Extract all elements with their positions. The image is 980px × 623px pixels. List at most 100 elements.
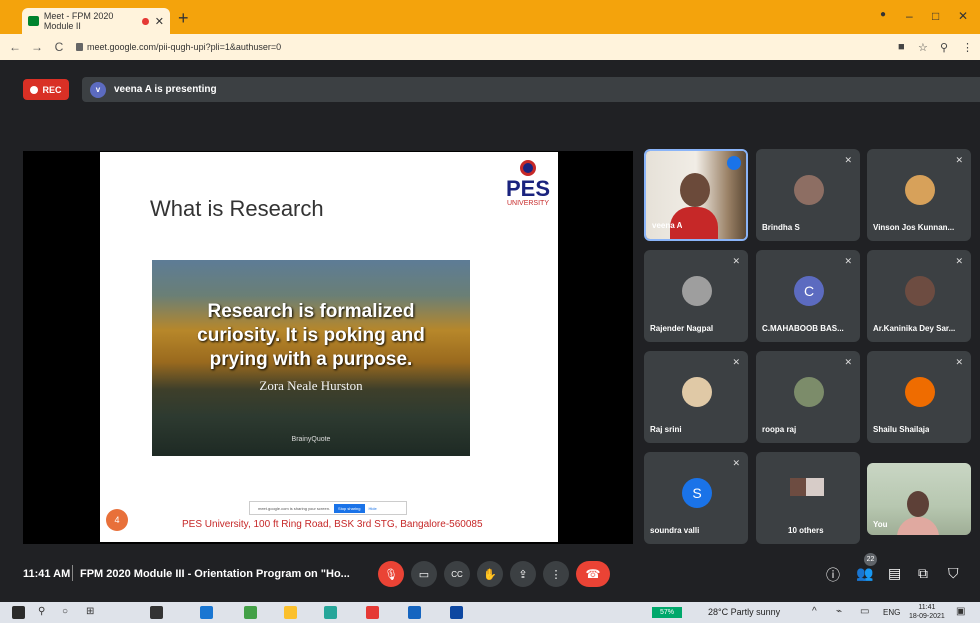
camera-button[interactable]: ▭: [411, 561, 437, 587]
meeting-time: 11:41 AM: [23, 568, 71, 580]
slide-number: 4: [106, 509, 128, 531]
photos-icon[interactable]: [450, 606, 463, 619]
participant-tile[interactable]: veena A: [644, 149, 748, 241]
captions-button[interactable]: CC: [444, 561, 470, 587]
self-tile[interactable]: You: [867, 463, 971, 535]
participant-tile[interactable]: ✕ Shailu Shailaja: [867, 351, 971, 443]
avatar: [905, 377, 935, 407]
system-clock[interactable]: 11:41 18-09-2021: [909, 603, 945, 621]
presenting-text: veena A is presenting: [114, 84, 217, 95]
quote-image: Research is formalized curiosity. It is …: [152, 260, 470, 456]
host-controls-button[interactable]: ⛉: [948, 565, 959, 582]
maximize-button[interactable]: □: [932, 9, 939, 23]
weather-widget[interactable]: 28°C Partly sunny: [708, 607, 780, 617]
more-options-button[interactable]: ⋮: [543, 561, 569, 587]
notification-icon[interactable]: ▣: [956, 606, 965, 617]
language-indicator[interactable]: ENG: [883, 608, 900, 617]
tab-close-icon[interactable]: ✕: [155, 15, 164, 28]
cortana-icon[interactable]: ○: [62, 606, 68, 617]
quote-text: Research is formalized curiosity. It is …: [152, 300, 470, 372]
participant-tile[interactable]: ✕ Rajender Nagpal: [644, 250, 748, 342]
url-text: meet.google.com/pii-qugh-upi?pli=1&authu…: [87, 42, 282, 52]
bookmark-star-icon[interactable]: ☆: [918, 41, 928, 54]
speaking-indicator-icon: [727, 156, 741, 170]
battery-indicator[interactable]: 57%: [652, 607, 682, 618]
hide-link[interactable]: Hide: [369, 506, 377, 511]
screen-share-notice: meet.google.com is sharing your screen. …: [249, 501, 407, 515]
meeting-control-bar: 11:41 AM FPM 2020 Module III - Orientati…: [0, 545, 980, 602]
url-field[interactable]: meet.google.com/pii-qugh-upi?pli=1&authu…: [76, 42, 281, 52]
new-tab-button[interactable]: +: [178, 9, 189, 27]
chrome-icon[interactable]: [244, 606, 257, 619]
keyboard-icon[interactable]: ▭: [860, 606, 869, 617]
mic-off-icon: ✕: [955, 155, 963, 165]
participant-tile[interactable]: S ✕ soundra valli: [644, 452, 748, 544]
avatar: [806, 478, 824, 496]
participant-tile[interactable]: ✕ Vinson Jos Kunnan...: [867, 149, 971, 241]
participant-name: Brindha S: [762, 223, 800, 232]
address-bar-row: ← → C meet.google.com/pii-qugh-upi?pli=1…: [0, 34, 980, 60]
mic-off-icon: ✕: [844, 155, 852, 165]
browser-tab[interactable]: Meet - FPM 2020 Module II ✕: [22, 8, 170, 34]
mail-icon[interactable]: [200, 606, 213, 619]
mic-off-icon: ✕: [955, 256, 963, 266]
participant-face: [680, 173, 710, 207]
participant-tile[interactable]: C ✕ C.MAHABOOB BAS...: [756, 250, 860, 342]
minimize-button[interactable]: –: [906, 9, 913, 23]
participant-name: Ar.Kaninika Dey Sar...: [873, 324, 956, 333]
pes-logo: PES UNIVERSITY: [502, 160, 554, 220]
people-button[interactable]: 👥: [856, 565, 873, 582]
participant-tile[interactable]: ✕ Raj srini: [644, 351, 748, 443]
mic-off-icon: ✕: [844, 256, 852, 266]
participant-face: [907, 491, 929, 517]
edge-icon[interactable]: [324, 606, 337, 619]
avatar: [682, 377, 712, 407]
reload-icon[interactable]: C: [52, 40, 66, 54]
avatar: S: [682, 478, 712, 508]
activities-button[interactable]: ⧉: [918, 565, 928, 582]
word-icon[interactable]: [408, 606, 421, 619]
rec-label: REC: [42, 84, 62, 95]
search-icon[interactable]: ⚲: [38, 606, 45, 617]
tray-chevron-icon[interactable]: ^: [812, 606, 817, 617]
recording-badge[interactable]: REC: [23, 79, 69, 100]
lock-icon: [76, 43, 83, 51]
others-tile[interactable]: 10 others: [756, 452, 860, 544]
chat-button[interactable]: ▤: [888, 565, 901, 582]
quote-brand: BrainyQuote: [291, 436, 331, 443]
profile-icon[interactable]: ⚲: [940, 41, 948, 54]
present-button[interactable]: ⇪: [510, 561, 536, 587]
participant-tile[interactable]: ✕ Ar.Kaninika Dey Sar...: [867, 250, 971, 342]
participant-body: [897, 517, 939, 535]
presenter-avatar: v: [90, 81, 106, 98]
meeting-details-button[interactable]: ⓘ: [826, 565, 840, 585]
mic-off-icon: ✕: [955, 357, 963, 367]
stop-sharing-button[interactable]: Stop sharing: [334, 503, 365, 513]
presentation-stage: What is Research PES UNIVERSITY Research…: [23, 151, 633, 544]
profile-dot-icon[interactable]: ●: [880, 9, 886, 20]
avatar: [794, 377, 824, 407]
avatar: [794, 175, 824, 205]
mic-off-button[interactable]: 🎙: [378, 561, 404, 587]
forward-arrow-icon[interactable]: →: [30, 40, 44, 54]
close-window-button[interactable]: ✕: [958, 9, 968, 23]
recording-dot-icon: [142, 17, 149, 25]
raise-hand-button[interactable]: ✋: [477, 561, 503, 587]
windows-start-icon[interactable]: [12, 606, 25, 619]
participant-tile[interactable]: ✕ Brindha S: [756, 149, 860, 241]
mic-off-icon: ✕: [732, 256, 740, 266]
task-view-icon[interactable]: ⊞: [86, 606, 94, 617]
others-label: 10 others: [788, 526, 824, 535]
leave-call-button[interactable]: ☎: [576, 561, 610, 587]
back-arrow-icon[interactable]: ←: [8, 40, 22, 54]
mic-off-icon: ✕: [732, 357, 740, 367]
network-icon[interactable]: ⌁: [836, 606, 842, 617]
quote-line: prying with a purpose.: [209, 349, 413, 370]
chrome-profile-icon[interactable]: [366, 606, 379, 619]
participant-tile[interactable]: ✕ roopa raj: [756, 351, 860, 443]
store-icon[interactable]: [150, 606, 163, 619]
slide-footer: PES University, 100 ft Ring Road, BSK 3r…: [182, 519, 483, 530]
browser-menu-icon[interactable]: ⋮: [962, 41, 973, 54]
camera-indicator-icon[interactable]: ■: [898, 41, 905, 53]
file-explorer-icon[interactable]: [284, 606, 297, 619]
